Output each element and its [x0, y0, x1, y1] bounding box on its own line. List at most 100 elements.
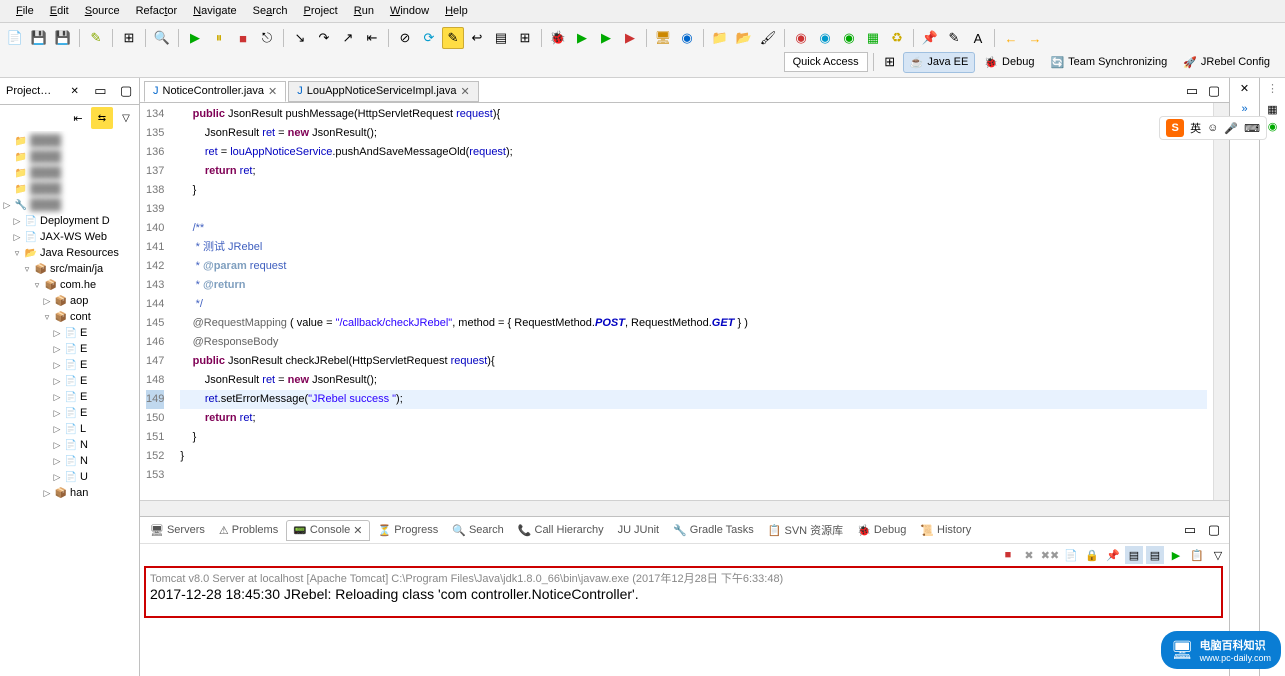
view-close-icon[interactable]: ✕ — [64, 80, 86, 102]
open-perspective-button[interactable]: ⊞ — [879, 51, 901, 73]
tree-item[interactable]: 📁████ — [2, 149, 137, 165]
close-tab-icon[interactable]: ✕ — [353, 524, 362, 537]
link-editor-icon[interactable]: ⇆ — [91, 107, 113, 129]
run-button[interactable]: ▶ — [571, 27, 593, 49]
step-return-button[interactable]: ↗ — [337, 27, 359, 49]
tree-item[interactable]: ▷📄E — [2, 373, 137, 389]
tree-item[interactable]: 📁████ — [2, 181, 137, 197]
maximize-icon[interactable]: ▢ — [1203, 519, 1225, 541]
bottom-tab-console[interactable]: 📟Console ✕ — [286, 520, 369, 541]
terminate-button[interactable]: ■ — [232, 27, 254, 49]
tree-item[interactable]: ▷📄U — [2, 469, 137, 485]
open-type-button[interactable]: ⊞ — [118, 27, 140, 49]
clear-icon[interactable]: 📄 — [1062, 546, 1080, 564]
tree-item[interactable]: ▷📄N — [2, 453, 137, 469]
tree-item[interactable]: ▷📄Deployment D — [2, 213, 137, 229]
ime-emoji-icon[interactable]: ☺ — [1207, 122, 1218, 134]
tree-item[interactable]: 📁████ — [2, 165, 137, 181]
back-button[interactable]: ← — [1000, 27, 1022, 49]
save-all-button[interactable]: 💾 — [52, 27, 74, 49]
jr-button3[interactable]: ◉ — [838, 27, 860, 49]
scroll-lock-icon[interactable]: 🔒 — [1083, 546, 1101, 564]
minimize-icon[interactable]: ▭ — [1181, 80, 1203, 102]
run-last-button[interactable]: ▶ — [595, 27, 617, 49]
pin-button[interactable]: 📌 — [919, 27, 941, 49]
quick-access-input[interactable]: Quick Access — [784, 52, 868, 72]
tree-item[interactable]: ▷📄E — [2, 341, 137, 357]
bottom-tab-svn-资源库[interactable]: 📋SVN 资源库 — [762, 519, 849, 541]
view-maximize-icon[interactable]: ▢ — [115, 80, 137, 102]
menu-navigate[interactable]: Navigate — [185, 2, 244, 20]
jr-button4[interactable]: ▦ — [862, 27, 884, 49]
annotation-button[interactable]: ✎ — [943, 27, 965, 49]
minimize-icon[interactable]: ▭ — [1179, 519, 1201, 541]
jrebel-button[interactable]: ⟳ — [418, 27, 440, 49]
console-output[interactable]: Tomcat v8.0 Server at localhost [Apache … — [144, 566, 1223, 618]
last-edit-button[interactable]: ↩ — [466, 27, 488, 49]
view-button[interactable]: ▤ — [490, 27, 512, 49]
ime-indicator[interactable]: S 英 ☺ 🎤 ⌨ — [1159, 116, 1267, 140]
menu-source[interactable]: Source — [77, 2, 128, 20]
tree-item[interactable]: ▿📂Java Resources — [2, 245, 137, 261]
project-tree[interactable]: 📁████📁████📁████📁████▷🔧████▷📄Deployment D… — [0, 131, 139, 676]
step-over-button[interactable]: ↷ — [313, 27, 335, 49]
outline-view[interactable]: ⋮ ▦ ◉ — [1259, 78, 1285, 676]
search-button[interactable]: 🔍 — [151, 27, 173, 49]
ime-keyboard-icon[interactable]: ⌨ — [1244, 122, 1260, 135]
bottom-tab-servers[interactable]: 🖥Servers — [144, 521, 211, 540]
jr-button2[interactable]: ◉ — [814, 27, 836, 49]
show-stderr-icon[interactable]: ▤ — [1146, 546, 1164, 564]
bottom-tab-problems[interactable]: ⚠Problems — [213, 521, 284, 540]
remove-launch-icon[interactable]: ✖ — [1020, 546, 1038, 564]
tree-item[interactable]: ▷📄E — [2, 357, 137, 373]
menu-refactor[interactable]: Refactor — [128, 2, 186, 20]
tree-item[interactable]: 📁████ — [2, 133, 137, 149]
tree-item[interactable]: ▷🔧████ — [2, 197, 137, 213]
right-trim-bar[interactable]: ✕ » — [1229, 78, 1259, 676]
project-explorer-tab[interactable]: Project ... — [2, 82, 56, 100]
bottom-tab-progress[interactable]: ⏳Progress — [372, 521, 445, 540]
perspective-jrebel[interactable]: 🚀 JRebel Config — [1176, 52, 1277, 73]
bottom-tab-debug[interactable]: 🐞Debug — [851, 521, 912, 540]
open-task-button[interactable]: 📂 — [733, 27, 755, 49]
editor-tab[interactable]: JLouAppNoticeServiceImpl.java✕ — [288, 81, 479, 102]
bottom-tab-history[interactable]: 📜History — [914, 521, 977, 540]
tree-item[interactable]: ▷📄E — [2, 405, 137, 421]
menu-run[interactable]: Run — [346, 2, 382, 20]
ime-voice-icon[interactable]: 🎤 — [1224, 122, 1238, 135]
new-class-button[interactable]: ◉ — [676, 27, 698, 49]
menu-project[interactable]: Project — [296, 2, 346, 20]
brush-button[interactable]: 🖌 — [757, 27, 779, 49]
tree-item[interactable]: ▿📦cont — [2, 309, 137, 325]
view-minimize-icon[interactable]: ▭ — [90, 80, 112, 102]
tree-item[interactable]: ▷📄N — [2, 437, 137, 453]
jr-button1[interactable]: ◉ — [790, 27, 812, 49]
tree-item[interactable]: ▷📄JAX-WS Web — [2, 229, 137, 245]
drop-frame-button[interactable]: ⇤ — [361, 27, 383, 49]
alpha-button[interactable]: A — [967, 27, 989, 49]
tree-item[interactable]: ▷📦aop — [2, 293, 137, 309]
resume-button[interactable]: ▶ — [184, 27, 206, 49]
bottom-tab-search[interactable]: 🔍Search — [446, 521, 510, 540]
tree-item[interactable]: ▷📄E — [2, 389, 137, 405]
tree-item[interactable]: ▿📦com.he — [2, 277, 137, 293]
jr-button5[interactable]: ♻ — [886, 27, 908, 49]
perspective-team-sync[interactable]: 🔄 Team Synchronizing — [1043, 52, 1174, 73]
new-server-button[interactable]: 🖥 — [652, 27, 674, 49]
grid-button[interactable]: ⊞ — [514, 27, 536, 49]
forward-button[interactable]: → — [1024, 27, 1046, 49]
ext-tools-button[interactable]: ▶ — [619, 27, 641, 49]
console-menu-icon[interactable]: ▽ — [1209, 546, 1227, 564]
tree-item[interactable]: ▿📦src/main/ja — [2, 261, 137, 277]
tree-item[interactable]: ▷📄L — [2, 421, 137, 437]
overview-ruler[interactable] — [1213, 103, 1229, 500]
new-button[interactable]: 📄 — [4, 27, 26, 49]
close-tab-icon[interactable]: ✕ — [461, 85, 470, 98]
maximize-icon[interactable]: ▢ — [1203, 80, 1225, 102]
terminate-icon[interactable]: ■ — [999, 546, 1017, 564]
bottom-tab-junit[interactable]: JUJUnit — [612, 521, 666, 539]
debug-button[interactable]: 🐞 — [547, 27, 569, 49]
close-tab-icon[interactable]: ✕ — [268, 85, 277, 98]
editor-tab[interactable]: JNoticeController.java✕ — [144, 81, 286, 102]
new-console-icon[interactable]: 📋 — [1188, 546, 1206, 564]
